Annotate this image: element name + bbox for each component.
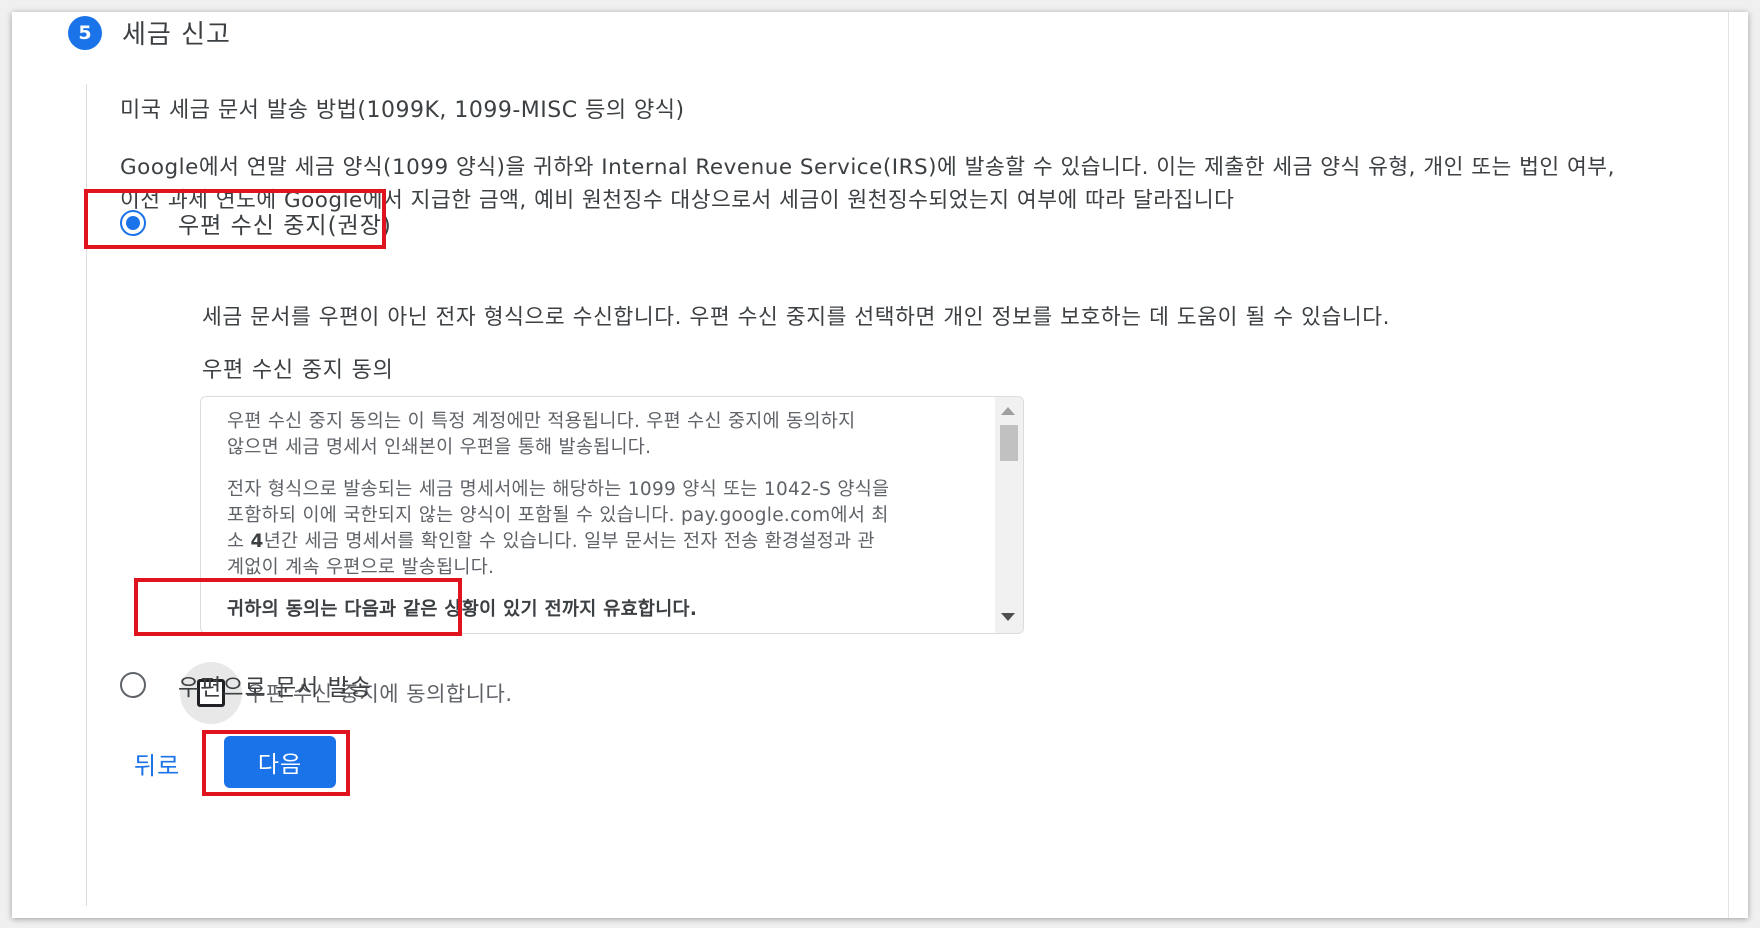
consent-text-line: 계없이 계속 우편으로 발송됩니다. [227,557,495,578]
scroll-up-arrow-icon[interactable] [1001,407,1015,415]
radio-button-unselected[interactable] [120,672,146,698]
consent-text-line: 않으면 세금 명세서 인쇄본이 우편을 통해 발송됩니다. [227,437,652,458]
radio-button-selected[interactable] [120,210,146,236]
section-title: 미국 세금 문서 발송 방법(1099K, 1099-MISC 등의 양식) [120,98,685,123]
step-header: 5 세금 신고 [68,14,231,51]
card-border [1728,12,1729,918]
consent-text-line: 전자 형식으로 발송되는 세금 명세서에는 해당하는 1099 양식 또는 10… [227,479,890,500]
consent-text-bold: 4 [250,531,264,552]
back-button[interactable]: 뒤로 [134,746,180,781]
next-button[interactable]: 다음 [224,736,336,788]
step-connector-line [86,84,87,906]
consent-text-box[interactable]: 우편 수신 중지 동의는 이 특정 계정에만 적용됩니다. 우편 수신 중지에 … [200,396,1024,634]
radio-option-optout[interactable]: 우편 수신 중지(권장) [120,206,392,240]
consent-text-line: 소 [227,531,251,552]
tax-settings-panel: 5 세금 신고 미국 세금 문서 발송 방법(1099K, 1099-MISC … [12,12,1748,918]
consent-text-line: 우편 수신 중지 동의는 이 특정 계정에만 적용됩니다. 우편 수신 중지에 … [227,411,856,432]
radio-option-mail[interactable]: 우편으로 문서 발송 [120,668,372,702]
step-title: 세금 신고 [122,20,231,50]
radio-mail-label: 우편으로 문서 발송 [178,675,372,701]
scroll-thumb[interactable] [1000,425,1018,461]
step-number-badge: 5 [68,15,102,50]
radio-dot [126,216,140,230]
consent-text: 우편 수신 중지 동의는 이 특정 계정에만 적용됩니다. 우편 수신 중지에 … [227,409,957,633]
scroll-down-arrow-icon[interactable] [1001,613,1015,621]
consent-text-line: 년간 세금 명세서를 확인할 수 있습니다. 일부 문서는 전자 전송 환경설정… [263,531,875,552]
optout-description: 세금 문서를 우편이 아닌 전자 형식으로 수신합니다. 우편 수신 중지를 선… [202,305,1391,330]
consent-scrollbar[interactable] [995,397,1023,633]
consent-text-line: 포함하되 이에 국한되지 않는 양식이 포함될 수 있습니다. pay.goog… [227,505,889,526]
consent-title: 우편 수신 중지 동의 [202,358,394,383]
section-description-line: Google에서 연말 세금 양식(1099 양식)을 귀하와 Internal… [120,155,1615,180]
radio-optout-label: 우편 수신 중지(권장) [178,213,392,239]
consent-validity-heading: 귀하의 동의는 다음과 같은 상황이 있기 전까지 유효합니다. [227,599,698,620]
